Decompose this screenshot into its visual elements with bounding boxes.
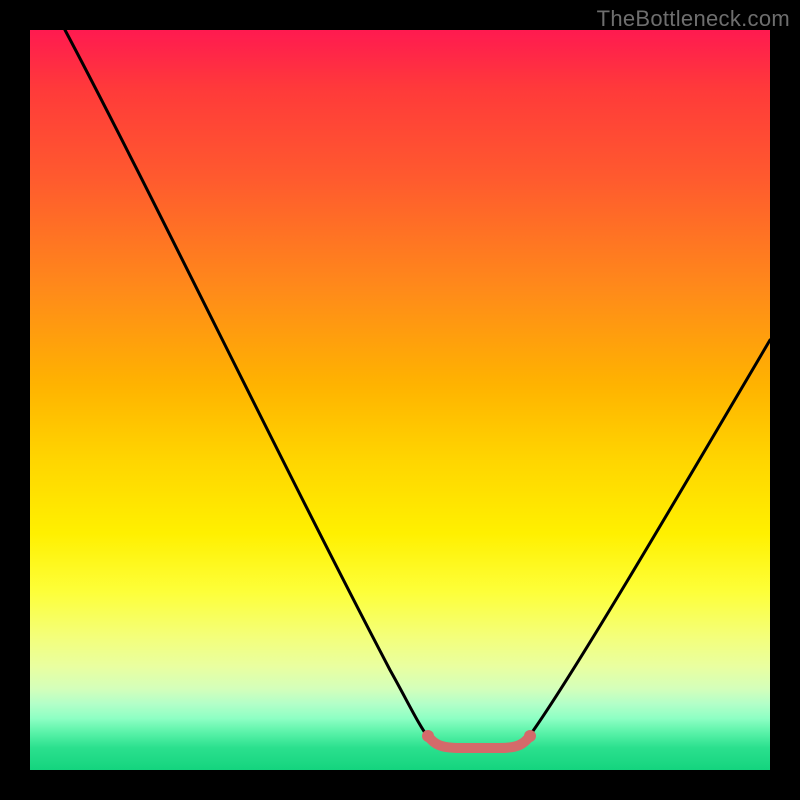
highlight-segment [428,736,530,748]
curve-svg [30,30,770,770]
highlight-dot-left [422,730,434,742]
highlight-dot-right [524,730,536,742]
plot-area [30,30,770,770]
chart-frame: TheBottleneck.com [0,0,800,800]
bottleneck-curve [65,30,770,748]
watermark-text: TheBottleneck.com [597,6,790,32]
